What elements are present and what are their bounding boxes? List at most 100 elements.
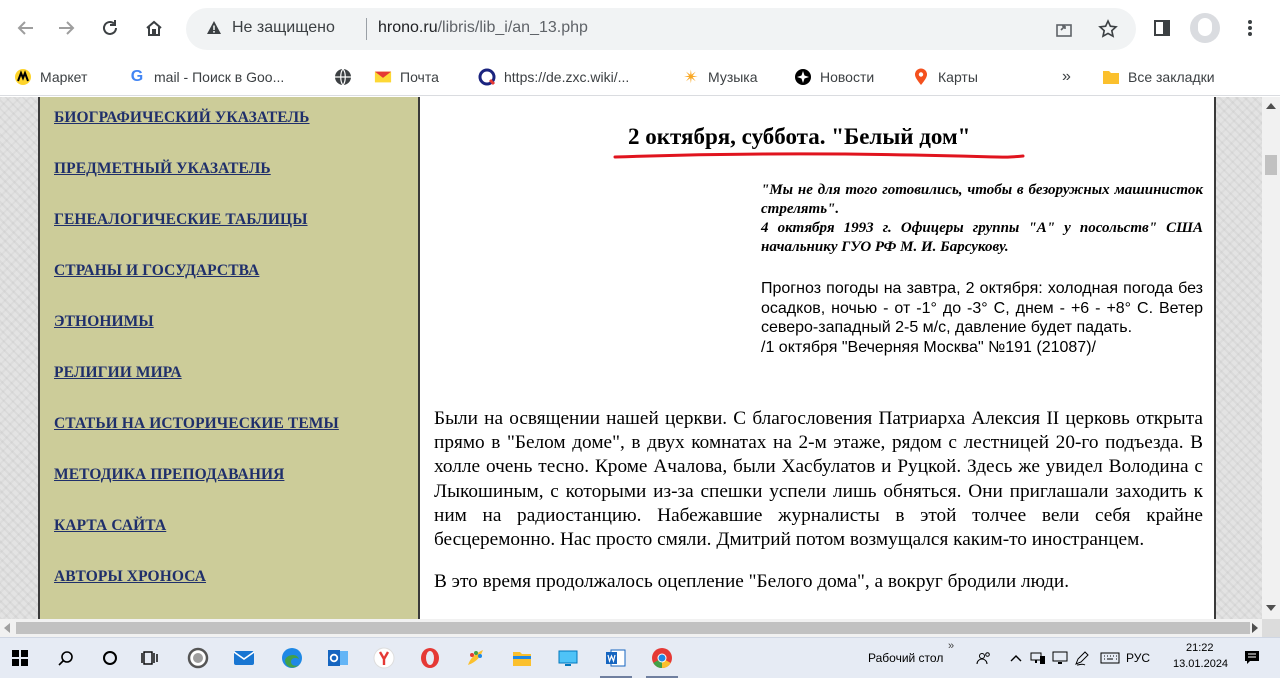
- bookmark-wiki[interactable]: https://de.zxc.wiki/...: [478, 67, 629, 87]
- chrome-menu-button[interactable]: [1236, 14, 1264, 42]
- people-button[interactable]: [972, 646, 996, 670]
- windows-logo-icon: [12, 650, 28, 666]
- more-vert-icon: [1248, 20, 1252, 36]
- desktop-toolbar-label[interactable]: Рабочий стол: [868, 651, 943, 665]
- back-arrow-icon: [17, 21, 33, 35]
- maps-icon: [912, 68, 930, 86]
- scroll-right-arrow-icon[interactable]: [1252, 623, 1258, 633]
- weather-forecast: Прогноз погоды на завтра, 2 октября: хол…: [761, 279, 1203, 357]
- tray-touch-keyboard[interactable]: [1098, 646, 1122, 670]
- side-panel-button[interactable]: [1148, 14, 1176, 42]
- toolbar-overflow-icon[interactable]: »: [948, 640, 954, 652]
- home-button[interactable]: [140, 14, 168, 42]
- language-indicator[interactable]: РУС: [1126, 651, 1150, 665]
- taskbar-app-mail[interactable]: [232, 646, 256, 670]
- people-icon: [976, 652, 990, 665]
- tray-pen[interactable]: [1070, 646, 1094, 670]
- yandex-browser-icon: [373, 647, 395, 669]
- sidebar-item-biographical-index[interactable]: БИОГРАФИЧЕСКИЙ УКАЗАТЕЛЬ: [54, 109, 310, 127]
- bookmark-all-bookmarks[interactable]: Все закладки: [1102, 67, 1215, 87]
- bookmark-label: Новости: [820, 69, 875, 85]
- sidebar-item-subject-index[interactable]: ПРЕДМЕТНЫЙ УКАЗАТЕЛЬ: [54, 160, 271, 178]
- bookmark-label: mail - Поиск в Goo...: [154, 69, 285, 85]
- chevron-up-icon: [1010, 655, 1022, 662]
- reload-icon: [103, 20, 117, 35]
- bookmark-label: Карты: [938, 69, 978, 85]
- tray-overflow-button[interactable]: [1004, 646, 1028, 670]
- word-icon: [606, 649, 626, 667]
- sidebar-item-genealogical-tables[interactable]: ГЕНЕАЛОГИЧЕСКИЕ ТАБЛИЦЫ: [54, 211, 308, 229]
- back-button[interactable]: [12, 14, 40, 42]
- sidebar-item-ethnonyms[interactable]: ЭТНОНИМЫ: [54, 313, 154, 331]
- start-button[interactable]: [8, 646, 32, 670]
- sidebar-item-teaching-methods[interactable]: МЕТОДИКА ПРЕПОДАВАНИЯ: [54, 466, 284, 484]
- bookmark-music[interactable]: ✴ Музыка: [682, 67, 757, 87]
- vertical-scrollbar[interactable]: [1262, 97, 1280, 619]
- sidebar-item-religions[interactable]: РЕЛИГИИ МИРА: [54, 364, 182, 382]
- scroll-down-arrow-icon[interactable]: [1266, 605, 1276, 611]
- sidebar-item-countries[interactable]: СТРАНЫ И ГОСУДАРСТВА: [54, 262, 259, 280]
- taskbar-app-chrome[interactable]: [650, 646, 674, 670]
- task-view-button[interactable]: [138, 646, 162, 670]
- bookmark-star-button[interactable]: [1096, 17, 1120, 41]
- bookmarks-overflow-button[interactable]: »: [1062, 67, 1071, 87]
- warning-icon[interactable]: [206, 20, 222, 36]
- cortana-button[interactable]: [98, 646, 122, 670]
- url-text[interactable]: hrono.ru/libris/lib_i/an_13.php: [378, 19, 588, 37]
- folder-icon: [1102, 68, 1120, 86]
- forward-button[interactable]: [52, 14, 80, 42]
- scroll-up-arrow-icon[interactable]: [1266, 103, 1276, 109]
- notifications-button[interactable]: [1240, 646, 1264, 670]
- taskbar-app-rdp[interactable]: [556, 646, 580, 670]
- sidebar-item-site-map[interactable]: КАРТА САЙТА: [54, 517, 166, 535]
- search-button[interactable]: [54, 646, 78, 670]
- weather-source: /1 октября "Вечерняя Москва" №191 (21087…: [761, 338, 1096, 356]
- sidebar-item-authors[interactable]: АВТОРЫ ХРОНОСА: [54, 568, 206, 586]
- article-title: 2 октября, суббота. "Белый дом": [628, 124, 971, 149]
- url-host: hrono.ru: [378, 19, 438, 36]
- edge-icon: [282, 648, 302, 668]
- bookmark-label: Почта: [400, 69, 439, 85]
- chrome-icon: [652, 648, 672, 669]
- bookmark-google-mail[interactable]: G mail - Поиск в Goo...: [128, 67, 285, 87]
- clock-date[interactable]: 13.01.2024: [1173, 658, 1228, 670]
- scroll-left-arrow-icon[interactable]: [4, 623, 10, 633]
- taskbar-app-opera[interactable]: [418, 646, 442, 670]
- sidebar-item-historical-articles[interactable]: СТАТЬИ НА ИСТОРИЧЕСКИЕ ТЕМЫ: [54, 415, 339, 433]
- article-paragraph: Были на освящении нашей церкви. С благос…: [434, 408, 1203, 551]
- windows-taskbar: Рабочий стол » РУС 21:22 13.01.2024: [0, 637, 1280, 678]
- taskbar-app-explorer[interactable]: [510, 646, 534, 670]
- paint-icon: [468, 650, 483, 665]
- horizontal-scroll-thumb[interactable]: [16, 622, 1250, 634]
- vertical-scroll-thumb[interactable]: [1265, 155, 1277, 175]
- taskbar-app-yandex[interactable]: [372, 646, 396, 670]
- bookmark-maps[interactable]: Карты: [912, 67, 978, 87]
- taskbar-app-paint[interactable]: [464, 646, 488, 670]
- taskbar-app-outlook[interactable]: [326, 646, 350, 670]
- scrollbar-corner: [1262, 619, 1280, 637]
- taskbar-app-settings[interactable]: [186, 646, 210, 670]
- bookmark-globe[interactable]: [334, 67, 360, 87]
- horizontal-scrollbar[interactable]: [0, 619, 1262, 637]
- bookmark-market[interactable]: Маркет: [14, 67, 87, 87]
- bookmark-label: Маркет: [40, 69, 88, 85]
- article-paragraph: В это время продолжалось оцепление "Бело…: [434, 571, 1070, 593]
- taskbar-app-edge[interactable]: [280, 646, 304, 670]
- taskbar-app-word[interactable]: [604, 646, 628, 670]
- task-view-icon: [141, 651, 158, 665]
- reload-button[interactable]: [96, 14, 124, 42]
- bookmark-label: https://de.zxc.wiki/...: [504, 69, 630, 85]
- file-explorer-icon: [513, 652, 531, 666]
- notification-icon: [1245, 651, 1259, 664]
- profile-avatar[interactable]: [1190, 13, 1220, 43]
- tray-network[interactable]: [1026, 646, 1050, 670]
- share-button[interactable]: [1052, 17, 1076, 41]
- bookmark-news[interactable]: Новости: [794, 67, 874, 87]
- clock-time[interactable]: 21:22: [1186, 642, 1214, 654]
- insecure-label[interactable]: Не защищено: [232, 19, 335, 37]
- red-underline-annotation: [613, 152, 1025, 159]
- remote-desktop-icon: [558, 650, 578, 666]
- bookmark-mail[interactable]: Почта: [374, 67, 439, 87]
- tray-display[interactable]: [1048, 646, 1072, 670]
- address-bar[interactable]: Не защищено hrono.ru/libris/lib_i/an_13.…: [186, 8, 1136, 50]
